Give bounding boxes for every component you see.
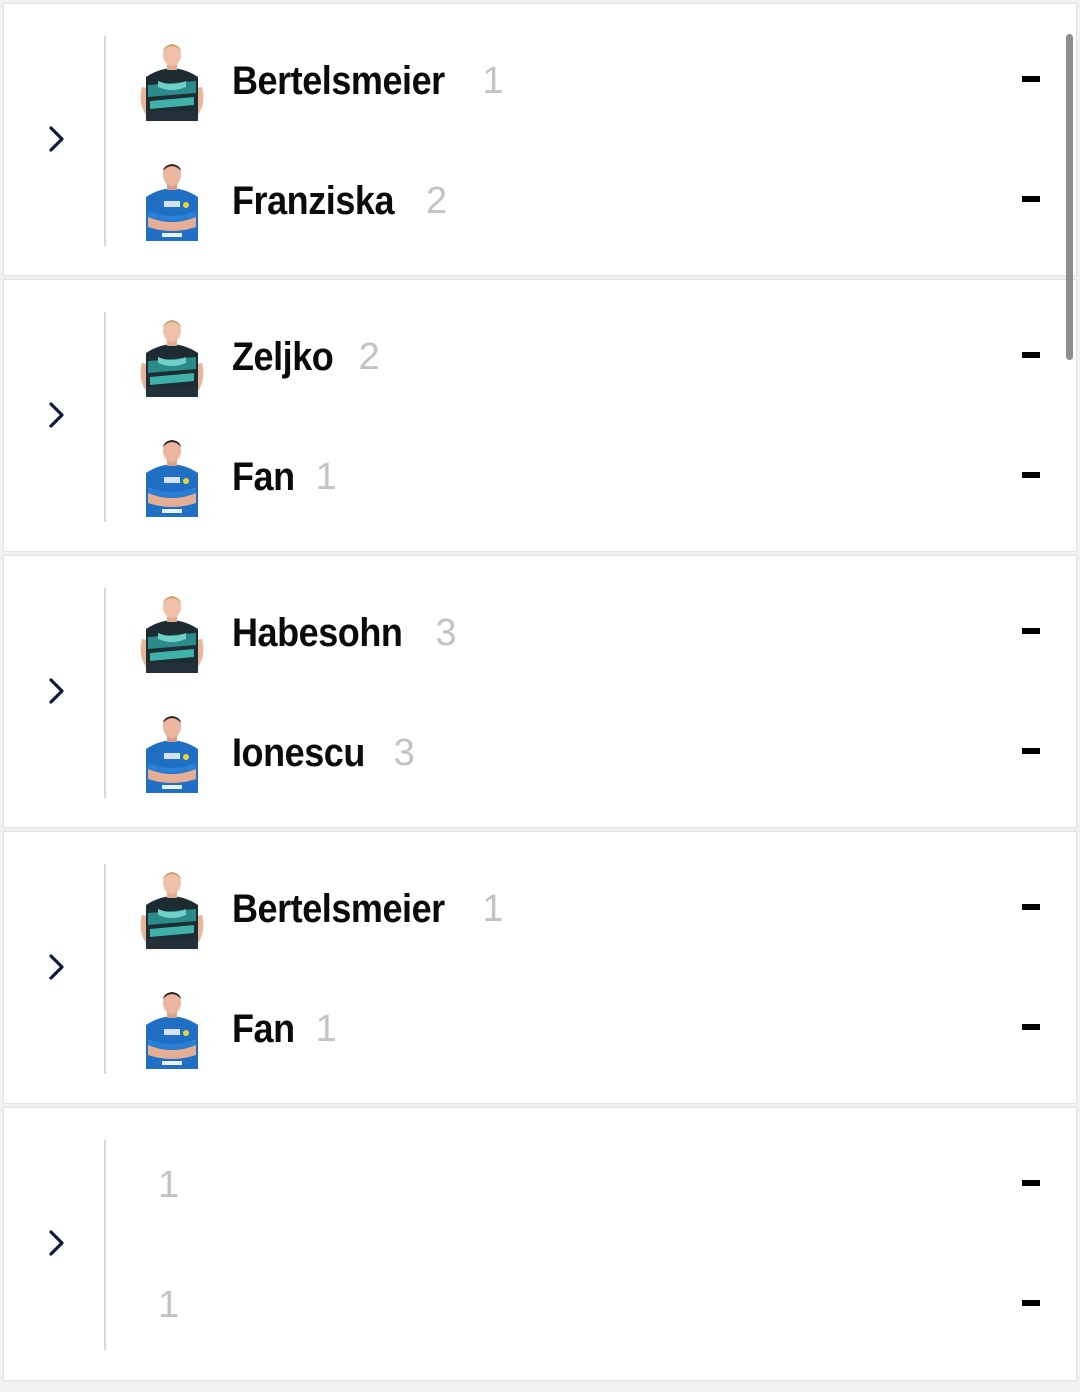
- player-avatar: [136, 593, 208, 673]
- chevron-right-icon[interactable]: [42, 952, 72, 982]
- match-card[interactable]: Habesohn 3 Ionescu 3: [3, 555, 1077, 828]
- player-name: Fan: [232, 454, 295, 499]
- match-card[interactable]: Zeljko 2 Fan 1: [3, 279, 1077, 552]
- divider: [104, 864, 106, 1074]
- player-avatar: [136, 989, 208, 1069]
- chevron-right-icon[interactable]: [42, 400, 72, 430]
- player-number: 3: [393, 731, 415, 774]
- score-placeholder: [1022, 1180, 1040, 1186]
- scrollbar[interactable]: [1066, 34, 1073, 360]
- player-row: Habesohn 3: [136, 588, 1048, 678]
- player-row: Bertelsmeier 1: [136, 864, 1048, 954]
- player-number: 1: [158, 1163, 180, 1206]
- score-placeholder: [1022, 472, 1040, 478]
- score-placeholder: [1022, 196, 1040, 202]
- player-number: 1: [315, 1007, 337, 1050]
- player-name: Habesohn: [232, 610, 403, 655]
- player-number: 2: [426, 179, 448, 222]
- score-placeholder: [1022, 1300, 1040, 1306]
- player-avatar: [136, 869, 208, 949]
- score-placeholder: [1022, 1024, 1040, 1030]
- score-placeholder: [1022, 904, 1040, 910]
- divider: [104, 588, 106, 798]
- player-row: Bertelsmeier 1: [136, 36, 1048, 126]
- chevron-right-icon[interactable]: [42, 1228, 72, 1258]
- player-row: Franziska 2: [136, 156, 1048, 246]
- player-number: 3: [435, 611, 457, 654]
- player-number: 2: [358, 335, 380, 378]
- player-row: 1: [136, 1140, 1048, 1230]
- player-name: Zeljko: [232, 334, 334, 379]
- match-list: Bertelsmeier 1 Franziska 2 Zeljko 2 Fan …: [3, 3, 1077, 1381]
- player-name: Fan: [232, 1006, 295, 1051]
- chevron-right-icon[interactable]: [42, 124, 72, 154]
- player-number: 1: [315, 455, 337, 498]
- player-name: Ionescu: [232, 730, 365, 775]
- player-name: Bertelsmeier: [232, 886, 445, 931]
- player-number: 1: [482, 887, 504, 930]
- player-avatar: [136, 437, 208, 517]
- match-card[interactable]: 1 1: [3, 1107, 1077, 1381]
- match-card[interactable]: Bertelsmeier 1 Franziska 2: [3, 3, 1077, 276]
- divider: [104, 312, 106, 522]
- score-placeholder: [1022, 748, 1040, 754]
- player-name: Franziska: [232, 178, 395, 223]
- player-avatar: [136, 317, 208, 397]
- chevron-right-icon[interactable]: [42, 676, 72, 706]
- player-name: Bertelsmeier: [232, 58, 445, 103]
- player-number: 1: [158, 1283, 180, 1326]
- divider: [104, 1140, 106, 1350]
- player-row: Fan 1: [136, 432, 1048, 522]
- player-avatar: [136, 161, 208, 241]
- player-avatar: [136, 713, 208, 793]
- match-card[interactable]: Bertelsmeier 1 Fan 1: [3, 831, 1077, 1104]
- player-row: Ionescu 3: [136, 708, 1048, 798]
- player-row: Zeljko 2: [136, 312, 1048, 402]
- score-placeholder: [1022, 352, 1040, 358]
- player-number: 1: [482, 59, 504, 102]
- player-row: Fan 1: [136, 984, 1048, 1074]
- score-placeholder: [1022, 628, 1040, 634]
- score-placeholder: [1022, 76, 1040, 82]
- player-avatar: [136, 41, 208, 121]
- divider: [104, 36, 106, 246]
- player-row: 1: [136, 1260, 1048, 1350]
